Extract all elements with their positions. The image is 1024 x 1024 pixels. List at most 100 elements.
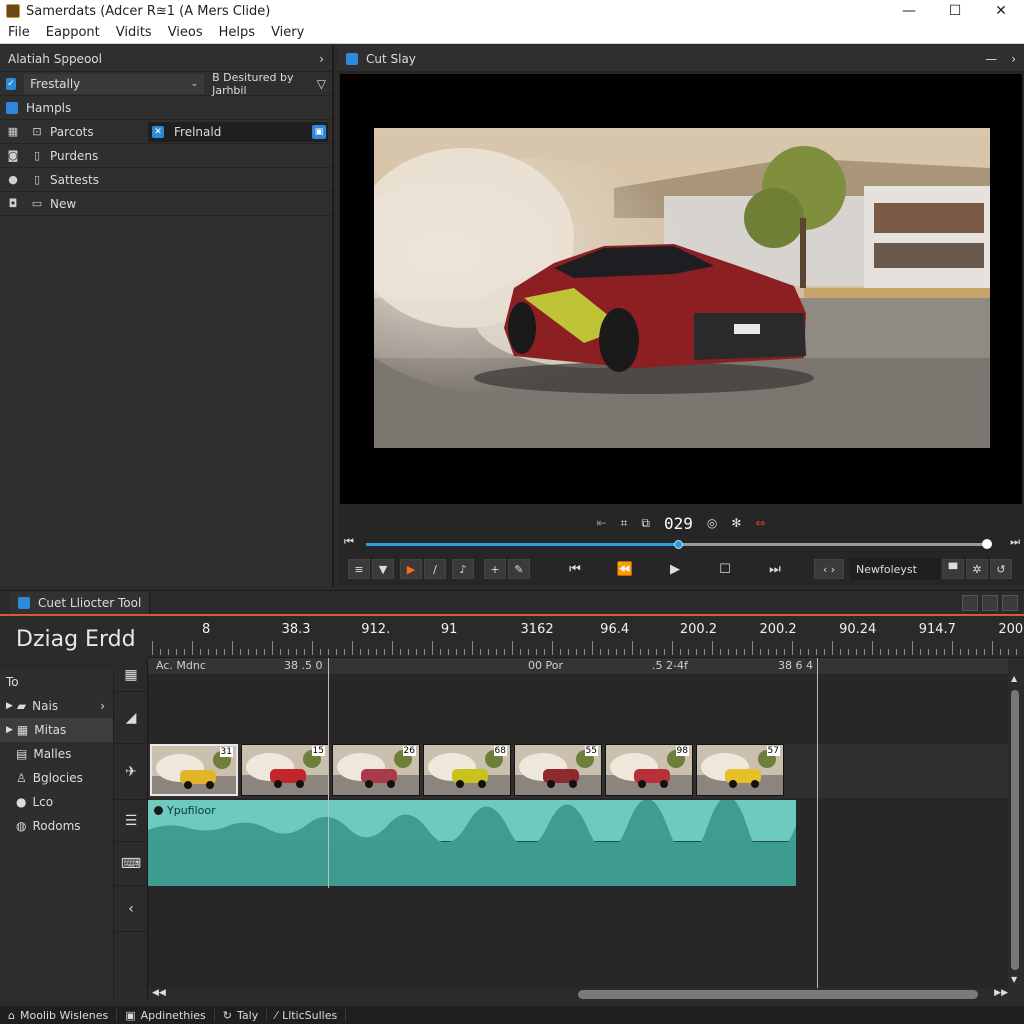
- status-item-4[interactable]: ⁄ LlticSulles: [267, 1008, 347, 1022]
- previous-clip-button[interactable]: ⏮: [564, 559, 586, 579]
- cursor-icon[interactable]: ◢: [114, 692, 148, 744]
- panel-option-icon[interactable]: [982, 594, 998, 611]
- video-track[interactable]: 31 15 26 68 55 98 57: [148, 744, 1008, 798]
- next-clip-button[interactable]: ⏭: [764, 559, 786, 579]
- razor-tool-icon[interactable]: ✈: [114, 744, 148, 800]
- funnel-icon[interactable]: ▽: [317, 77, 326, 91]
- menu-helps[interactable]: Helps: [211, 25, 263, 40]
- audio-lines-icon[interactable]: ☰: [114, 800, 148, 842]
- scrub-track[interactable]: [366, 540, 990, 549]
- checkbox-icon[interactable]: ✓: [6, 77, 17, 90]
- preset-dropdown[interactable]: Frestally ⌄: [24, 73, 205, 94]
- menu-vidits[interactable]: Vidits: [108, 25, 160, 40]
- edit-icon[interactable]: ∕: [424, 559, 446, 579]
- video-clip-thumbnail[interactable]: 26: [332, 744, 420, 796]
- timeline-tracks[interactable]: Ac. Mdnc 38 .5 0 00 Por .5 2-4f 38 6 4 3…: [148, 658, 1008, 988]
- chevron-right-icon[interactable]: ›: [100, 699, 105, 713]
- folder-icon[interactable]: ▣: [312, 125, 326, 139]
- ruler-tick: [944, 649, 945, 655]
- checkbox-icon[interactable]: [346, 52, 358, 65]
- scrub-end-handle[interactable]: [982, 539, 992, 549]
- track-item-mitas[interactable]: ▶ ▦ Mitas: [0, 718, 113, 742]
- video-clip-thumbnail[interactable]: 98: [605, 744, 693, 796]
- track-item-rodoms[interactable]: ◍ Rodoms: [0, 814, 113, 838]
- nav-arrows-icon[interactable]: ‹ ›: [814, 559, 844, 579]
- list-icon[interactable]: ≡: [348, 559, 370, 579]
- grid-icon[interactable]: ▦: [114, 658, 148, 692]
- add-icon[interactable]: +: [484, 559, 506, 579]
- scroll-up-icon[interactable]: ▲: [1011, 674, 1017, 683]
- track-item-nais[interactable]: ▶ ▰ Nais ›: [0, 694, 113, 718]
- keyboard-icon[interactable]: ⌨: [114, 842, 148, 886]
- menu-export[interactable]: Eappont: [38, 25, 108, 40]
- track-item-lco[interactable]: ● Lco: [0, 790, 113, 814]
- play-button[interactable]: ▶: [664, 559, 686, 579]
- scroll-right-icon[interactable]: ▶▶: [994, 988, 1008, 998]
- menu-view[interactable]: Viery: [263, 25, 312, 40]
- checkbox-icon[interactable]: [6, 101, 18, 114]
- skip-start-icon[interactable]: ⏮: [344, 535, 354, 549]
- scroll-left-icon[interactable]: ◀◀: [152, 988, 166, 998]
- monitor-icon[interactable]: ▀: [942, 559, 964, 579]
- marker-icon[interactable]: ▼: [372, 559, 394, 579]
- skip-end-icon[interactable]: ⏭: [1010, 535, 1020, 549]
- video-clip-thumbnail[interactable]: 57: [696, 744, 784, 796]
- horizontal-scroll-thumb[interactable]: [578, 990, 978, 999]
- razor-icon[interactable]: ✎: [508, 559, 530, 579]
- chevron-right-icon[interactable]: ›: [319, 52, 324, 66]
- parcots-field[interactable]: ✕ Frelnald ▣: [148, 122, 328, 142]
- row-sattests[interactable]: ● ▯ Sattests: [0, 168, 332, 192]
- view-select[interactable]: Newfoleyst: [850, 558, 940, 580]
- row-purdens[interactable]: ◙ ▯ Purdens: [0, 144, 332, 168]
- expand-arrow-icon[interactable]: ▶: [6, 701, 13, 711]
- close-button[interactable]: ✕: [978, 0, 1024, 22]
- collapse-icon[interactable]: ‹: [114, 886, 148, 932]
- copy-icon[interactable]: ⧉: [641, 516, 650, 531]
- play-orange-icon[interactable]: ▶: [400, 559, 422, 579]
- crop-icon[interactable]: ⌗: [621, 516, 628, 531]
- vertical-scrollbar[interactable]: ▲ ▼: [1008, 658, 1022, 988]
- minimize-panel-icon[interactable]: —: [985, 52, 997, 66]
- panel-option-icon[interactable]: [962, 594, 978, 611]
- undo-icon[interactable]: ⇤: [597, 516, 607, 530]
- marker-line[interactable]: [817, 658, 818, 988]
- time-ruler[interactable]: 8 38.3 912. 91 3162 96.4 200.2 200.2 90.24 914.7 2…: [148, 618, 1024, 658]
- track-item-bglocies[interactable]: ♙ Bglocies: [0, 766, 113, 790]
- scroll-down-icon[interactable]: ▼: [1011, 975, 1017, 984]
- horizontal-scrollbar[interactable]: ◀◀ ▶▶: [148, 988, 1024, 1002]
- video-clip-thumbnail[interactable]: 68: [423, 744, 511, 796]
- panel-option-icon[interactable]: [1002, 594, 1018, 611]
- row-hampls[interactable]: Hampls: [0, 96, 332, 120]
- loop-icon[interactable]: ↺: [990, 559, 1012, 579]
- row-parcots[interactable]: ▦ ⊡ Parcots ✕ Frelnald ▣: [0, 120, 332, 144]
- timeline-tab[interactable]: Cuet Lliocter Tool: [10, 591, 151, 614]
- maximize-button[interactable]: ☐: [932, 0, 978, 22]
- scrub-bar[interactable]: ⏮ ⏭: [344, 535, 1020, 550]
- track-item-malles[interactable]: ▤ Malles: [0, 742, 113, 766]
- settings-icon[interactable]: ✻: [731, 516, 741, 530]
- playhead[interactable]: [328, 658, 329, 888]
- audio-clip[interactable]: Ypufiloor: [148, 800, 796, 886]
- rewind-button[interactable]: ⏪: [614, 559, 636, 579]
- scrub-handle[interactable]: [674, 540, 683, 549]
- expand-arrow-icon[interactable]: ▶: [6, 725, 13, 735]
- menu-file[interactable]: File: [0, 25, 38, 40]
- video-clip-thumbnail[interactable]: 15: [241, 744, 329, 796]
- chevron-right-icon[interactable]: ›: [1011, 52, 1016, 66]
- minimize-button[interactable]: —: [886, 0, 932, 22]
- stop-button[interactable]: ☐: [714, 559, 736, 579]
- tools-icon[interactable]: ✲: [966, 559, 988, 579]
- link-icon[interactable]: ♪: [452, 559, 474, 579]
- row-new[interactable]: ◘ ▭ New: [0, 192, 332, 216]
- status-item-3[interactable]: ↻ Taly: [215, 1008, 268, 1022]
- close-box-icon[interactable]: ✕: [152, 126, 164, 138]
- menu-videos[interactable]: Vieos: [160, 25, 211, 40]
- status-item-1[interactable]: ⌂ Moolib Wislenes: [0, 1008, 118, 1022]
- vertical-scroll-thumb[interactable]: [1011, 690, 1019, 970]
- split-icon[interactable]: ⇔: [755, 516, 765, 530]
- video-clip-thumbnail[interactable]: 55: [514, 744, 602, 796]
- target-icon[interactable]: ◎: [707, 516, 717, 530]
- status-item-2[interactable]: ▣ Apdinethies: [117, 1008, 215, 1022]
- video-viewport[interactable]: [340, 74, 1022, 504]
- video-clip-thumbnail[interactable]: 31: [150, 744, 238, 796]
